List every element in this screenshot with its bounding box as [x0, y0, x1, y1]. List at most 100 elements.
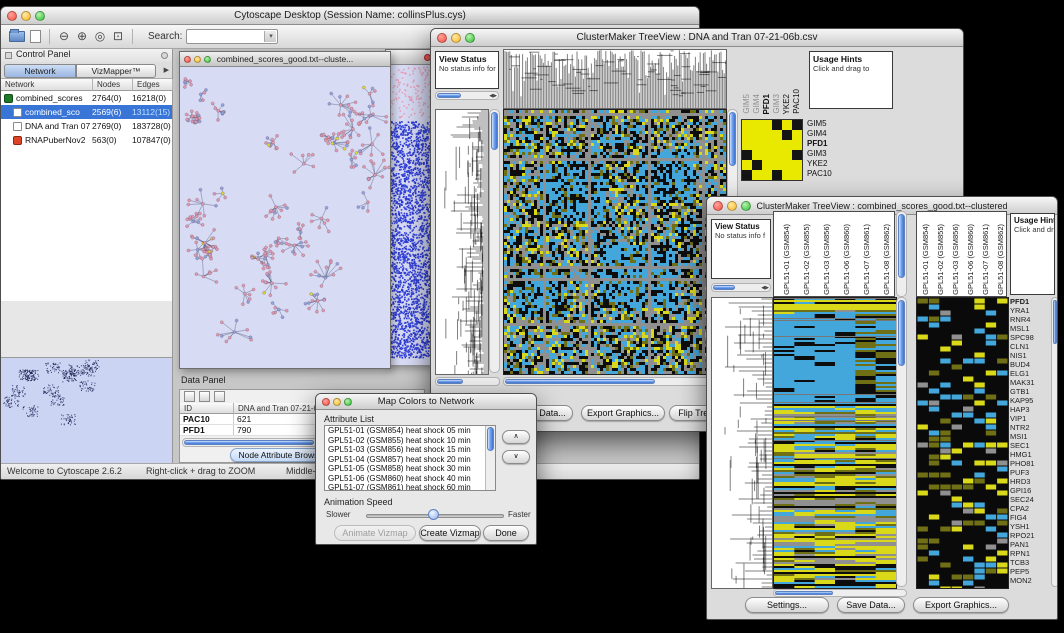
search-input[interactable]: ▾ — [186, 29, 278, 44]
gene-label[interactable]: NTR2 — [1010, 423, 1050, 432]
zoom-button[interactable] — [465, 33, 475, 43]
scroll-thumb[interactable] — [775, 591, 833, 595]
gene-list-vscrollbar[interactable] — [1051, 297, 1058, 587]
tab-network[interactable]: Network — [4, 64, 76, 78]
scroll-arrows-icon[interactable]: ◀▶ — [761, 284, 769, 292]
table-mode-icon[interactable] — [184, 391, 195, 402]
heatmap-hscrollbar[interactable] — [773, 589, 907, 597]
attribute-list-item[interactable]: GPL51-02 (GSM855) heat shock 10 min — [325, 436, 495, 446]
gene-label[interactable]: RPN1 — [1010, 549, 1050, 558]
gene-label[interactable]: ELG1 — [1010, 369, 1050, 378]
network-tree-row[interactable]: combined_sco2569(6)13112(15) — [1, 105, 172, 119]
gene-label[interactable]: PFD1 — [1010, 297, 1050, 306]
heatmap-canvas[interactable] — [503, 109, 727, 375]
gene-label[interactable]: PUF3 — [1010, 468, 1050, 477]
close-button[interactable] — [437, 33, 447, 43]
minimize-button[interactable] — [727, 201, 737, 211]
list-vscrollbar[interactable] — [485, 426, 495, 490]
tv1-titlebar[interactable]: ClusterMaker TreeView : DNA and Tran 07-… — [431, 29, 963, 47]
scroll-thumb[interactable] — [1053, 300, 1057, 344]
tab-vizmapper[interactable]: VizMapper™ — [76, 64, 156, 78]
dendrogram-hscrollbar[interactable] — [435, 377, 500, 386]
move-up-button[interactable]: ∧ — [502, 430, 530, 444]
panel-float-icon[interactable] — [5, 52, 12, 59]
export-graphics-button[interactable]: Export Graphics... — [913, 597, 1009, 613]
zoom-in-icon[interactable]: ⊕ — [73, 28, 91, 46]
column-header-network[interactable]: Network — [1, 79, 93, 91]
network-frame-background[interactable] — [385, 49, 435, 365]
network-tree-row[interactable]: RNAPuberNov2563(0)107847(0) — [1, 133, 172, 147]
column-dendrogram-canvas[interactable] — [503, 49, 727, 109]
search-dropdown-icon[interactable]: ▾ — [264, 31, 276, 42]
gene-label[interactable]: KAP95 — [1010, 396, 1050, 405]
attribute-list-item[interactable]: GPL51-04 (GSM857) heat shock 20 min — [325, 455, 495, 465]
gene-label[interactable]: SEC24 — [1010, 495, 1050, 504]
scroll-arrows-icon[interactable]: ◀▶ — [489, 92, 497, 100]
select-attributes-icon[interactable] — [199, 391, 210, 402]
create-vizmap-button[interactable]: Create Vizmap — [419, 525, 481, 541]
column-header-id[interactable]: ID — [180, 403, 234, 414]
zoom-button[interactable] — [35, 11, 45, 21]
gene-label[interactable]: TCB3 — [1010, 558, 1050, 567]
gene-label[interactable]: YSH1 — [1010, 522, 1050, 531]
scroll-thumb[interactable] — [437, 379, 463, 384]
done-button[interactable]: Done — [483, 525, 529, 541]
attribute-list-item[interactable]: GPL51-03 (GSM856) heat shock 15 min — [325, 445, 495, 455]
tab-overflow-icon[interactable]: ▶ — [164, 66, 169, 74]
network-tree-row[interactable]: combined_scores2764(0)16218(0) — [1, 91, 172, 105]
move-down-button[interactable]: ∨ — [502, 450, 530, 464]
gene-label[interactable]: CLN1 — [1010, 342, 1050, 351]
scroll-thumb[interactable] — [437, 93, 461, 98]
attribute-list-item[interactable]: GPL51-01 (GSM854) heat shock 05 min — [325, 426, 495, 436]
export-graphics-button[interactable]: Export Graphics... — [581, 405, 665, 421]
attribute-list-item[interactable]: GPL51-06 (GSM860) heat shock 40 min — [325, 474, 495, 484]
column-header-edges[interactable]: Edges — [133, 79, 173, 91]
main-titlebar[interactable]: Cytoscape Desktop (Session Name: collins… — [1, 7, 699, 25]
scroll-thumb[interactable] — [505, 379, 655, 384]
frame-close-icon[interactable] — [184, 56, 191, 63]
attribute-fn-icon[interactable] — [214, 391, 225, 402]
scroll-thumb[interactable] — [713, 285, 735, 290]
view-status-hscrollbar[interactable]: ◀▶ — [435, 91, 499, 100]
gene-label[interactable]: MAK31 — [1010, 378, 1050, 387]
scroll-thumb[interactable] — [184, 440, 314, 445]
panel-close-icon[interactable] — [161, 52, 168, 59]
open-session-icon[interactable] — [9, 31, 25, 42]
minimize-button[interactable] — [21, 11, 31, 21]
gene-label[interactable]: BUD4 — [1010, 360, 1050, 369]
gene-label[interactable]: HMG1 — [1010, 450, 1050, 459]
gene-label[interactable]: GTB1 — [1010, 387, 1050, 396]
scroll-thumb[interactable] — [898, 300, 905, 366]
minimize-button[interactable] — [451, 33, 461, 43]
gene-label[interactable]: HRD3 — [1010, 477, 1050, 486]
network-view-canvas[interactable] — [180, 67, 390, 368]
slider-thumb[interactable] — [428, 509, 439, 520]
gene-label[interactable]: MON2 — [1010, 576, 1050, 585]
zoom-selected-icon[interactable]: ⊡ — [109, 28, 127, 46]
column-header-nodes[interactable]: Nodes — [93, 79, 133, 91]
close-button[interactable] — [322, 398, 330, 406]
gene-label[interactable]: MSL1 — [1010, 324, 1050, 333]
gene-label[interactable]: YRA1 — [1010, 306, 1050, 315]
save-data-button[interactable]: Save Data... — [837, 597, 905, 613]
gene-label[interactable]: GPI16 — [1010, 486, 1050, 495]
gene-label[interactable]: MSI1 — [1010, 432, 1050, 441]
network-tree-row[interactable]: DNA and Tran 072769(0)183728(0) — [1, 119, 172, 133]
dialog-titlebar[interactable]: Map Colors to Network — [316, 394, 536, 410]
zoom-out-icon[interactable]: ⊖ — [55, 28, 73, 46]
dense-network-canvas[interactable] — [386, 65, 434, 365]
gene-label[interactable]: RPO21 — [1010, 531, 1050, 540]
gene-label[interactable]: SEC1 — [1010, 441, 1050, 450]
attribute-listbox[interactable]: GPL51-01 (GSM854) heat shock 05 minGPL51… — [324, 425, 496, 491]
heatmap-vscrollbar[interactable] — [896, 297, 907, 587]
global-heatmap-canvas[interactable] — [916, 297, 1009, 589]
minimize-button[interactable] — [333, 398, 341, 406]
gene-label[interactable]: HAP3 — [1010, 405, 1050, 414]
gene-label[interactable]: PAN1 — [1010, 540, 1050, 549]
attribute-list-item[interactable]: GPL51-05 (GSM858) heat shock 30 min — [325, 464, 495, 474]
settings-button[interactable]: Settings... — [745, 597, 829, 613]
save-session-icon[interactable] — [30, 30, 41, 43]
labels-vscrollbar[interactable] — [896, 211, 907, 297]
scroll-thumb[interactable] — [487, 427, 494, 451]
zoom-fit-icon[interactable]: ◎ — [91, 28, 109, 46]
